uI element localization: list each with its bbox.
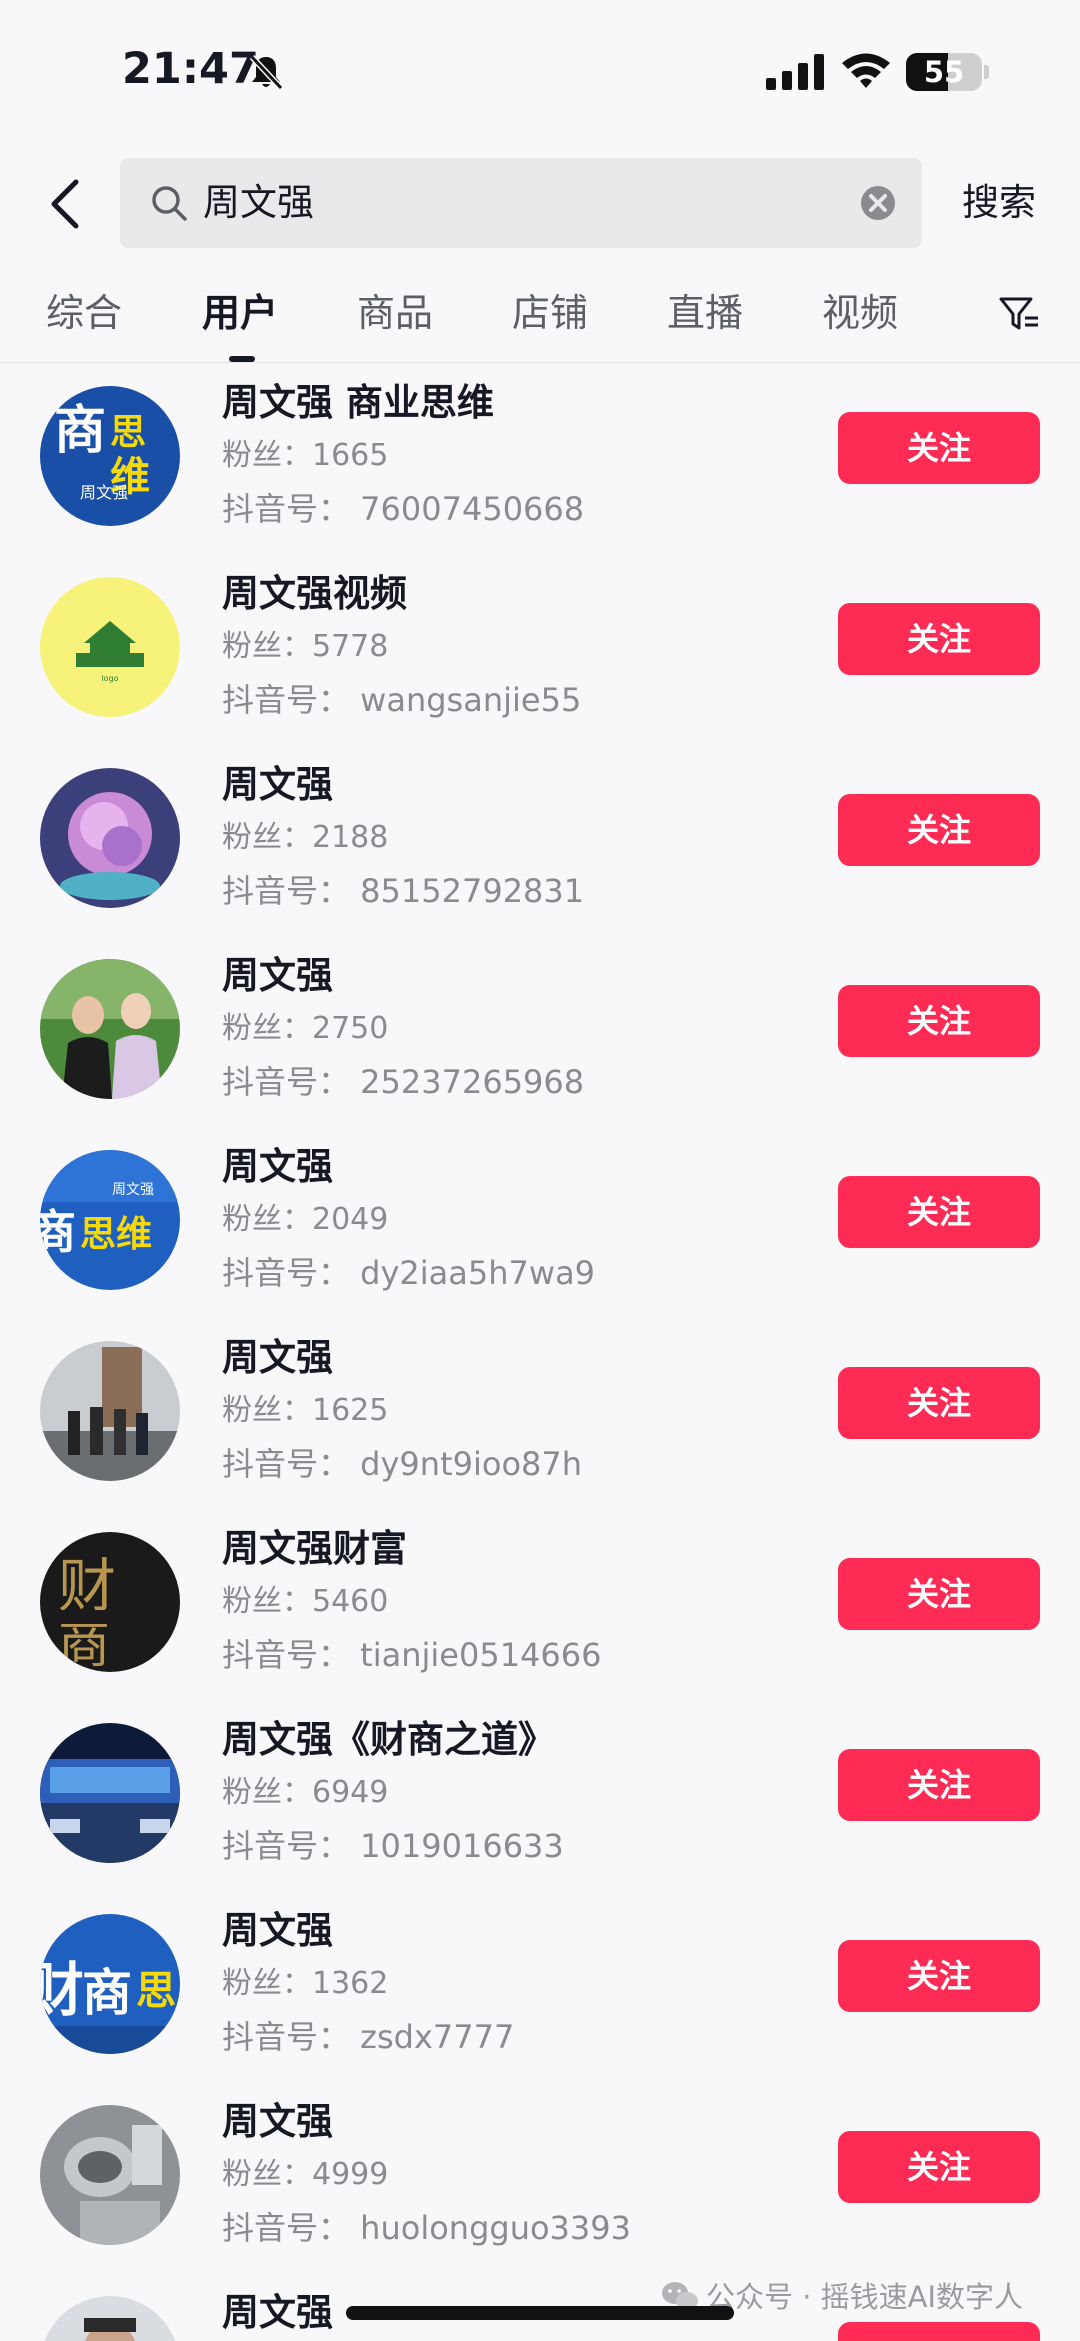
avatar[interactable] [40,2105,180,2245]
svg-text:周文强: 周文强 [80,483,128,502]
douyin-id: 抖音号： 25237265968 [222,1063,585,1101]
douyin-id: 抖音号： zsdx7777 [222,2018,515,2056]
battery-level: 55 [923,55,965,89]
svg-text:logo: logo [101,674,118,683]
follower-count: 粉丝：2188 [222,820,389,855]
follower-count: 粉丝：1625 [222,1393,389,1428]
user-name[interactable]: 周文强 [222,1906,333,1956]
avatar[interactable]: 周文强商思维 [40,1150,180,1290]
follow-button[interactable]: 关注 [838,985,1040,1057]
bell-muted-icon [249,54,284,91]
user-name[interactable]: 周文强 [222,1142,333,1192]
douyin-id: 抖音号： 76007450668 [222,490,585,528]
follow-button[interactable]: 关注 [838,1749,1040,1821]
user-row[interactable]: 财商 周文强财富 粉丝：5460 抖音号： tianjie0514666 关注 [0,1524,1080,1715]
avatar[interactable] [40,1723,180,1863]
follower-count: 粉丝：6949 [222,1775,389,1810]
search-button[interactable]: 搜索 [962,178,1036,228]
tab-all[interactable]: 综合 [46,288,122,338]
follow-button[interactable]: 关注 [838,1176,1040,1248]
user-name[interactable]: 周文强视频 [222,569,407,619]
user-row[interactable]: 周文强 粉丝：2750 抖音号： 25237265968 关注 [0,951,1080,1142]
avatar[interactable]: 财商 [40,1532,180,1672]
svg-text:思: 思 [110,412,146,453]
watermark-text: 公众号 · 摇钱速AI数字人 [706,2280,1024,2314]
follow-button[interactable]: 关注 [838,1940,1040,2012]
follow-button[interactable]: 关注 [838,603,1040,675]
user-row[interactable]: 周文强 粉丝：4999 抖音号： huolongguo3393 关注 [0,2097,1080,2288]
tab-shops[interactable]: 店铺 [512,288,588,338]
svg-text:财: 财 [40,1956,84,2024]
svg-text:商: 商 [54,400,106,461]
follow-button[interactable]: 关注 [838,794,1040,866]
tabs-divider [0,362,1080,363]
follower-count: 粉丝：1665 [222,438,389,473]
filter-icon[interactable] [998,294,1040,334]
user-name[interactable]: 周文强财富 [222,1524,407,1574]
user-name[interactable]: 周文强 [222,760,333,810]
follower-count: 粉丝：2049 [222,1202,389,1237]
douyin-id: 抖音号： 85152792831 [222,872,585,910]
douyin-id: 抖音号： tianjie0514666 [222,1636,602,1674]
home-indicator[interactable] [346,2306,734,2320]
follow-button[interactable]: 关注 [838,1558,1040,1630]
battery-indicator: 55 [906,53,982,91]
svg-text:商: 商 [40,1205,76,1259]
follower-count: 粉丝：5460 [222,1584,389,1619]
battery-cap [984,65,989,79]
user-name[interactable]: 周文强 [222,1333,333,1383]
cellular-signal-icon [766,54,824,90]
user-name[interactable]: 周文强 [222,2097,333,2147]
user-name[interactable]: 周文强 商业思维 [222,378,494,428]
douyin-id: 抖音号： 1019016633 [222,1827,564,1865]
follower-count: 粉丝：4999 [222,2157,389,2192]
tab-live[interactable]: 直播 [667,288,743,338]
user-name[interactable]: 周文强《财商之道》 [222,1715,555,1765]
follower-count: 粉丝：1362 [222,1966,389,2001]
tab-videos[interactable]: 视频 [822,288,898,338]
search-icon [152,186,187,221]
svg-text:思维: 思维 [80,1214,152,1255]
follow-button[interactable]: 关注 [838,2131,1040,2203]
status-time: 21:47 [122,44,259,94]
douyin-id: 抖音号： huolongguo3393 [222,2209,631,2247]
svg-text:思: 思 [136,1968,176,2014]
follower-count: 粉丝：5778 [222,629,389,664]
avatar[interactable]: 财商思 [40,1914,180,2054]
user-name[interactable]: 周文强 [222,951,333,1001]
avatar[interactable] [40,959,180,1099]
back-button[interactable] [40,168,96,240]
user-row[interactable]: 周文强《财商之道》 粉丝：6949 抖音号： 1019016633 关注 [0,1715,1080,1906]
user-row[interactable]: 财商思 周文强 粉丝：1362 抖音号： zsdx7777 关注 [0,1906,1080,2097]
avatar[interactable]: 商思维周文强 [40,386,180,526]
svg-text:商: 商 [82,1963,132,2022]
user-row[interactable]: 周文强 粉丝：1625 抖音号： dy9nt9ioo87h 关注 [0,1333,1080,1524]
follow-button[interactable]: 关注 [838,2322,1040,2341]
user-name[interactable]: 周文强 [222,2288,333,2338]
user-row[interactable]: 周文强 粉丝：2188 抖音号： 85152792831 关注 [0,760,1080,951]
clear-search-icon[interactable] [860,185,896,221]
search-input[interactable]: 周文强 [203,178,314,228]
avatar[interactable]: logo [40,577,180,717]
user-row[interactable]: 商思维周文强 周文强 商业思维 粉丝：1665 抖音号： 76007450668… [0,378,1080,569]
follower-count: 粉丝：2750 [222,1011,389,1046]
user-row[interactable]: 周文强商思维 周文强 粉丝：2049 抖音号： dy2iaa5h7wa9 关注 [0,1142,1080,1333]
avatar[interactable] [40,1341,180,1481]
avatar[interactable] [40,768,180,908]
tab-users[interactable]: 用户 [202,288,278,338]
status-bar: 21:47 55 [0,0,1080,150]
search-tabs: 综合 用户 商品 店铺 直播 视频 [0,280,1080,360]
douyin-id: 抖音号： wangsanjie55 [222,681,582,719]
wifi-icon [842,53,890,88]
user-row[interactable]: logo 周文强视频 粉丝：5778 抖音号： wangsanjie55 关注 [0,569,1080,760]
tab-products[interactable]: 商品 [357,288,433,338]
svg-text:财: 财 [58,1552,116,1620]
avatar[interactable] [40,2296,180,2341]
follow-button[interactable]: 关注 [838,1367,1040,1439]
follow-button[interactable]: 关注 [838,412,1040,484]
douyin-id: 抖音号： dy9nt9ioo87h [222,1445,583,1483]
svg-text:周文强: 周文强 [112,1182,154,1198]
douyin-id: 抖音号： dy2iaa5h7wa9 [222,1254,596,1292]
